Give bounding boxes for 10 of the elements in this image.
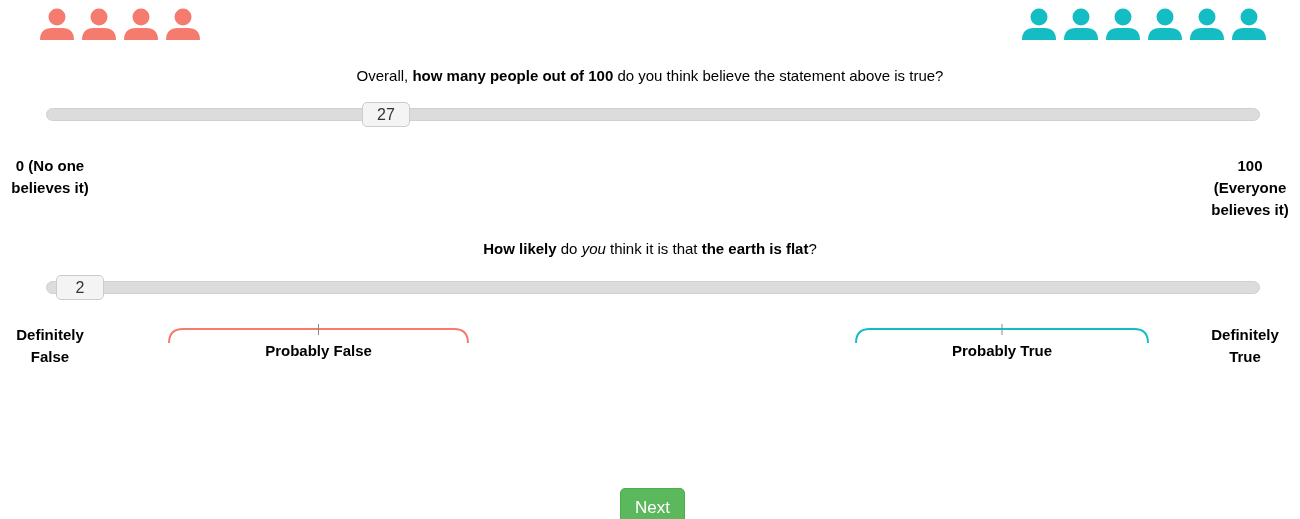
question-text: Overall, how many people out of 100 do you think believe the statement above is true? [356, 67, 944, 84]
scale-max-label: 100 (Everyone believes it) [1210, 156, 1290, 220]
scale-max-label: Definitely True [1210, 325, 1280, 367]
range-label: Probably True [952, 341, 1052, 361]
scale-min-label: Definitely False [15, 325, 85, 367]
scale-min-label: 0 (No one believes it) [10, 156, 90, 198]
slider-thumb[interactable]: 27 [361, 102, 410, 127]
slider-thumb[interactable]: 2 [56, 275, 104, 300]
question-text: How likely do you think it is that the earth is flat? [483, 240, 817, 257]
range-label: Probably False [265, 341, 372, 361]
